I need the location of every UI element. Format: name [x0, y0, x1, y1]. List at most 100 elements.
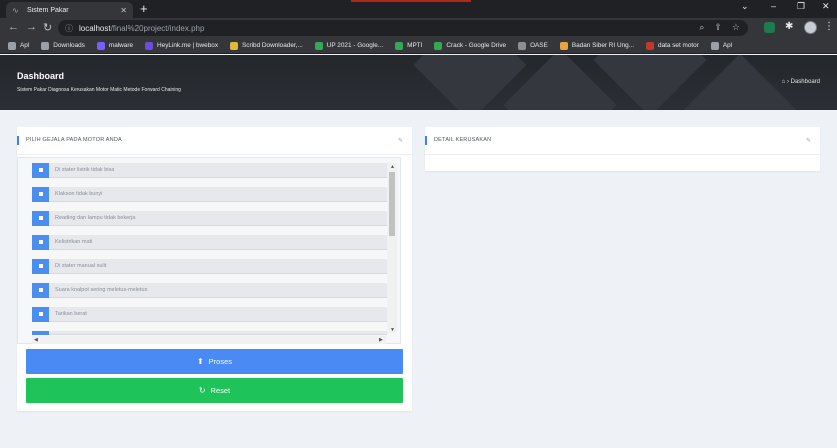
- bookmark-item[interactable]: Crack - Google Drive: [434, 41, 507, 50]
- scroll-right-arrow-icon[interactable]: ▶: [379, 337, 383, 343]
- reload-button[interactable]: ↻: [43, 21, 52, 34]
- bookmark-label: Scribd Downloader,...: [242, 42, 303, 49]
- drive-icon: [434, 41, 443, 50]
- refresh-icon: ↻: [198, 386, 206, 395]
- bookmark-item[interactable]: OASE: [518, 41, 548, 50]
- bookmark-label: Badan Siber RI Ung...: [571, 42, 635, 49]
- new-tab-button[interactable]: +: [140, 1, 148, 16]
- bookmark-item[interactable]: Badan Siber RI Ung...: [559, 41, 635, 50]
- damage-card-header: DETAIL KERUSAKAN ✎: [425, 127, 820, 155]
- breadcrumb: ⌂ › Dashboard: [781, 79, 820, 85]
- download-icon: [41, 41, 50, 50]
- oase-icon: [518, 41, 527, 50]
- process-button[interactable]: ⬆ Proses: [26, 349, 403, 374]
- restore-button[interactable]: ❐: [797, 1, 805, 12]
- close-window-button[interactable]: ✕: [822, 1, 830, 12]
- bookmark-item[interactable]: Apl: [8, 41, 29, 50]
- tab-search-icon[interactable]: ⌄: [741, 1, 749, 12]
- bookmark-item[interactable]: Scribd Downloader,...: [230, 41, 303, 50]
- bookmark-label: malware: [108, 42, 134, 49]
- url-path: /final%20project/index.php: [110, 23, 205, 33]
- profile-avatar[interactable]: [804, 21, 817, 34]
- browser-tab[interactable]: ∿ Sistem Pakar ✕: [6, 2, 133, 18]
- tab-title: Sistem Pakar: [27, 6, 69, 14]
- symptom-checkbox[interactable]: [32, 330, 49, 335]
- symptom-item[interactable]: Di stater manual sulit: [32, 258, 387, 274]
- process-button-label: Proses: [208, 357, 233, 366]
- tab-close-icon[interactable]: ✕: [120, 6, 127, 15]
- bookmark-item[interactable]: data set motor: [646, 41, 699, 50]
- reset-button[interactable]: ↻ Reset: [26, 378, 403, 403]
- bookmark-label: data set motor: [658, 42, 699, 49]
- list-horizontal-scrollbar[interactable]: [32, 336, 386, 344]
- link-icon: [145, 41, 154, 50]
- browser-menu-icon[interactable]: ⋮: [824, 21, 834, 32]
- symptom-item[interactable]: Kelistrikan mati: [32, 234, 387, 250]
- scroll-left-arrow-icon[interactable]: ◀: [34, 337, 38, 343]
- bookmark-item[interactable]: UP 2021 - Google...: [314, 41, 384, 50]
- bookmark-label: Apl: [722, 42, 733, 49]
- bookmark-label: Downloads: [53, 42, 85, 49]
- shield-icon: [96, 41, 105, 50]
- bookmark-label: HeyLink.me | bwebox: [157, 42, 219, 49]
- symptom-checkbox[interactable]: [32, 210, 49, 226]
- symptom-checkbox[interactable]: [32, 306, 49, 322]
- zoom-icon[interactable]: ⌕: [699, 22, 704, 33]
- symptom-checkbox[interactable]: [32, 234, 49, 250]
- bookmark-star-icon[interactable]: ☆: [732, 22, 740, 33]
- bookmark-item[interactable]: Apl: [710, 41, 733, 50]
- drive-icon: [395, 41, 404, 50]
- home-icon[interactable]: ⌂: [782, 79, 786, 85]
- scroll-down-arrow-icon[interactable]: ▼: [390, 327, 395, 333]
- bookmark-label: Crack - Google Drive: [446, 42, 507, 49]
- bookmark-item[interactable]: Downloads: [41, 41, 85, 50]
- symptom-item[interactable]: Tarikan berat: [32, 306, 387, 322]
- card-accent-bar: [425, 136, 427, 145]
- symptom-checkbox[interactable]: [32, 186, 49, 202]
- share-icon[interactable]: ⇪: [714, 22, 722, 33]
- breadcrumb-dashboard[interactable]: Dashboard: [791, 79, 820, 85]
- badan-icon: [559, 41, 568, 50]
- symptom-label: Klakson tidak bunyi: [55, 191, 103, 197]
- symptom-checkbox[interactable]: [32, 282, 49, 298]
- symptom-label: Tarikan berat: [55, 311, 87, 317]
- page-header: Dashboard Sistem Pakar Diagnosa Kerusaka…: [0, 55, 837, 110]
- symptom-checkbox[interactable]: [32, 258, 49, 274]
- extension-shield-icon[interactable]: [764, 22, 775, 33]
- symptom-label: Di stater manual sulit: [55, 263, 107, 269]
- symptom-checkbox[interactable]: [32, 162, 49, 178]
- reset-button-label: Reset: [210, 386, 231, 395]
- symptom-item[interactable]: Di stater listrik tidak bisa: [32, 162, 387, 178]
- recording-indicator: [351, 0, 471, 2]
- bookmark-item[interactable]: HeyLink.me | bwebox: [145, 41, 219, 50]
- symptom-label: Di stater listrik tidak bisa: [55, 167, 115, 173]
- symptom-label: Suara knalpot sering meletus-meletus: [55, 287, 148, 293]
- symptom-card-title: PILIH GEJALA PADA MOTOR ANDA: [26, 137, 122, 143]
- back-button[interactable]: ←: [8, 21, 19, 33]
- page-title: Dashboard: [17, 71, 65, 81]
- minimize-button[interactable]: –: [771, 1, 776, 11]
- symptom-item[interactable]: Klakson tidak bunyi: [32, 186, 387, 202]
- bookmark-item[interactable]: malware: [96, 41, 134, 50]
- pin-icon[interactable]: ✎: [806, 137, 811, 144]
- symptom-item[interactable]: Suara knalpot sering meletus-meletus: [32, 282, 387, 298]
- symptom-label: Kelistrikan mati: [55, 239, 93, 245]
- list-scroll-thumb[interactable]: [389, 172, 395, 236]
- bookmark-label: MPTI: [407, 42, 423, 49]
- symptom-item[interactable]: [32, 330, 387, 335]
- symptom-item[interactable]: Reading dan lampu tidak bekerja: [32, 210, 387, 226]
- page-subtitle: Sistem Pakar Diagnosa Kerusakan Motor Ma…: [17, 87, 181, 93]
- forward-button[interactable]: →: [26, 21, 37, 33]
- address-bar[interactable]: ⓘ localhost/final%20project/index.php ⌕ …: [58, 20, 748, 36]
- pin-icon[interactable]: ✎: [398, 137, 403, 144]
- scroll-up-arrow-icon[interactable]: ▲: [390, 164, 395, 170]
- extensions-puzzle-icon[interactable]: ✱: [785, 21, 793, 32]
- bookmark-item[interactable]: MPTI: [395, 41, 423, 50]
- card-accent-bar: [17, 136, 19, 145]
- site-info-icon[interactable]: ⓘ: [65, 23, 73, 34]
- bookmark-label: UP 2021 - Google...: [326, 42, 384, 49]
- browser-tab-strip: ∿ Sistem Pakar ✕ + ⌄ – ❐ ✕: [0, 0, 837, 18]
- symptom-label: Reading dan lampu tidak bekerja: [55, 215, 136, 221]
- damage-card-title: DETAIL KERUSAKAN: [434, 137, 492, 143]
- symptom-card-header: PILIH GEJALA PADA MOTOR ANDA ✎: [17, 127, 412, 155]
